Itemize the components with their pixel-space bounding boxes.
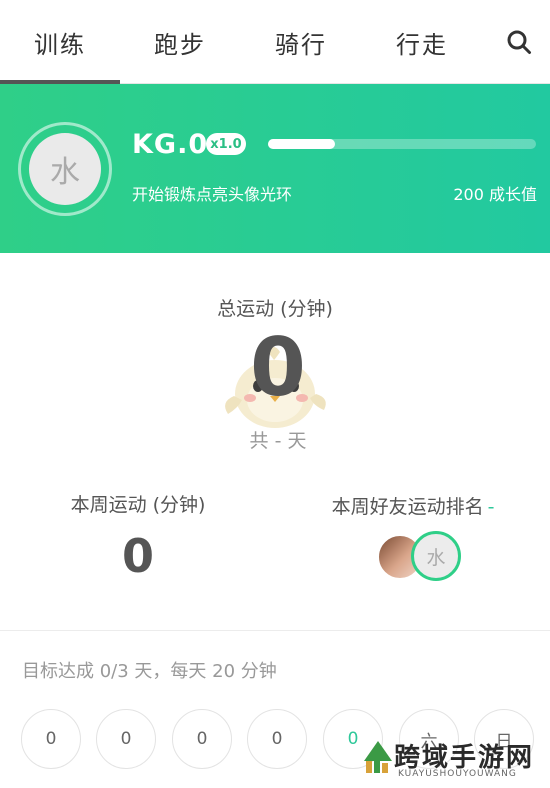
growth-progress-fill	[268, 139, 335, 149]
goal-summary-text: 目标达成 0/3 天，每天 20 分钟	[22, 661, 277, 682]
section-divider	[0, 630, 550, 631]
total-exercise-label: 总运动 (分钟)	[217, 298, 333, 320]
goal-day-3[interactable]: 0	[172, 709, 232, 769]
friend-ranking-label[interactable]: 本周好友运动排名 -	[276, 492, 550, 519]
total-exercise-value: 0	[250, 321, 306, 414]
tab-cycling[interactable]: 骑行	[241, 0, 361, 84]
tab-walking[interactable]: 行走	[362, 0, 482, 84]
my-avatar[interactable]: 水	[411, 531, 461, 581]
watermark-logo-icon	[364, 741, 392, 773]
goal-day-3-value: 0	[196, 729, 208, 749]
tab-cycling-label: 骑行	[275, 30, 327, 59]
level-label: KG.0	[132, 129, 209, 160]
my-avatar-text: 水	[426, 546, 446, 569]
total-days-text: 共 - 天	[249, 430, 307, 452]
friend-ranking-value: -	[487, 496, 495, 518]
goal-day-5-value: 0	[347, 729, 359, 749]
halo-hint-text: 开始锻炼点亮头像光环	[132, 185, 293, 204]
tab-running-label: 跑步	[154, 30, 206, 59]
top-tab-bar: 训练 跑步 骑行 行走	[0, 0, 550, 84]
tab-running[interactable]: 跑步	[120, 0, 240, 84]
search-icon	[507, 30, 531, 54]
goal-day-1[interactable]: 0	[21, 709, 81, 769]
goal-day-1-value: 0	[45, 729, 57, 749]
avatar-text: 水	[50, 155, 80, 190]
multiplier-badge: x1.0	[206, 133, 246, 155]
goal-day-4-value: 0	[271, 729, 283, 749]
friend-ranking-text: 本周好友运动排名	[331, 496, 484, 518]
tab-walking-label: 行走	[396, 30, 448, 59]
growth-value: 200 成长值	[453, 185, 537, 204]
tab-training-label: 训练	[34, 30, 86, 59]
avatar-halo[interactable]: 水	[18, 122, 112, 216]
weekly-exercise-label: 本周运动 (分钟)	[70, 494, 206, 516]
profile-banner: 水 KG.0 x1.0 开始锻炼点亮头像光环 200 成长值	[0, 84, 550, 253]
goal-day-2-value: 0	[120, 729, 132, 749]
avatar: 水	[29, 133, 101, 205]
goal-day-4[interactable]: 0	[247, 709, 307, 769]
search-button[interactable]	[495, 18, 543, 66]
site-watermark: 跨域手游网 KUAYUSHOUYOUWANG	[358, 737, 548, 785]
watermark-en-text: KUAYUSHOUYOUWANG	[398, 769, 517, 779]
goal-day-2[interactable]: 0	[96, 709, 156, 769]
weekly-exercise-value: 0	[121, 529, 154, 583]
tab-training[interactable]: 训练	[0, 0, 120, 84]
growth-progress-bar	[268, 139, 536, 149]
